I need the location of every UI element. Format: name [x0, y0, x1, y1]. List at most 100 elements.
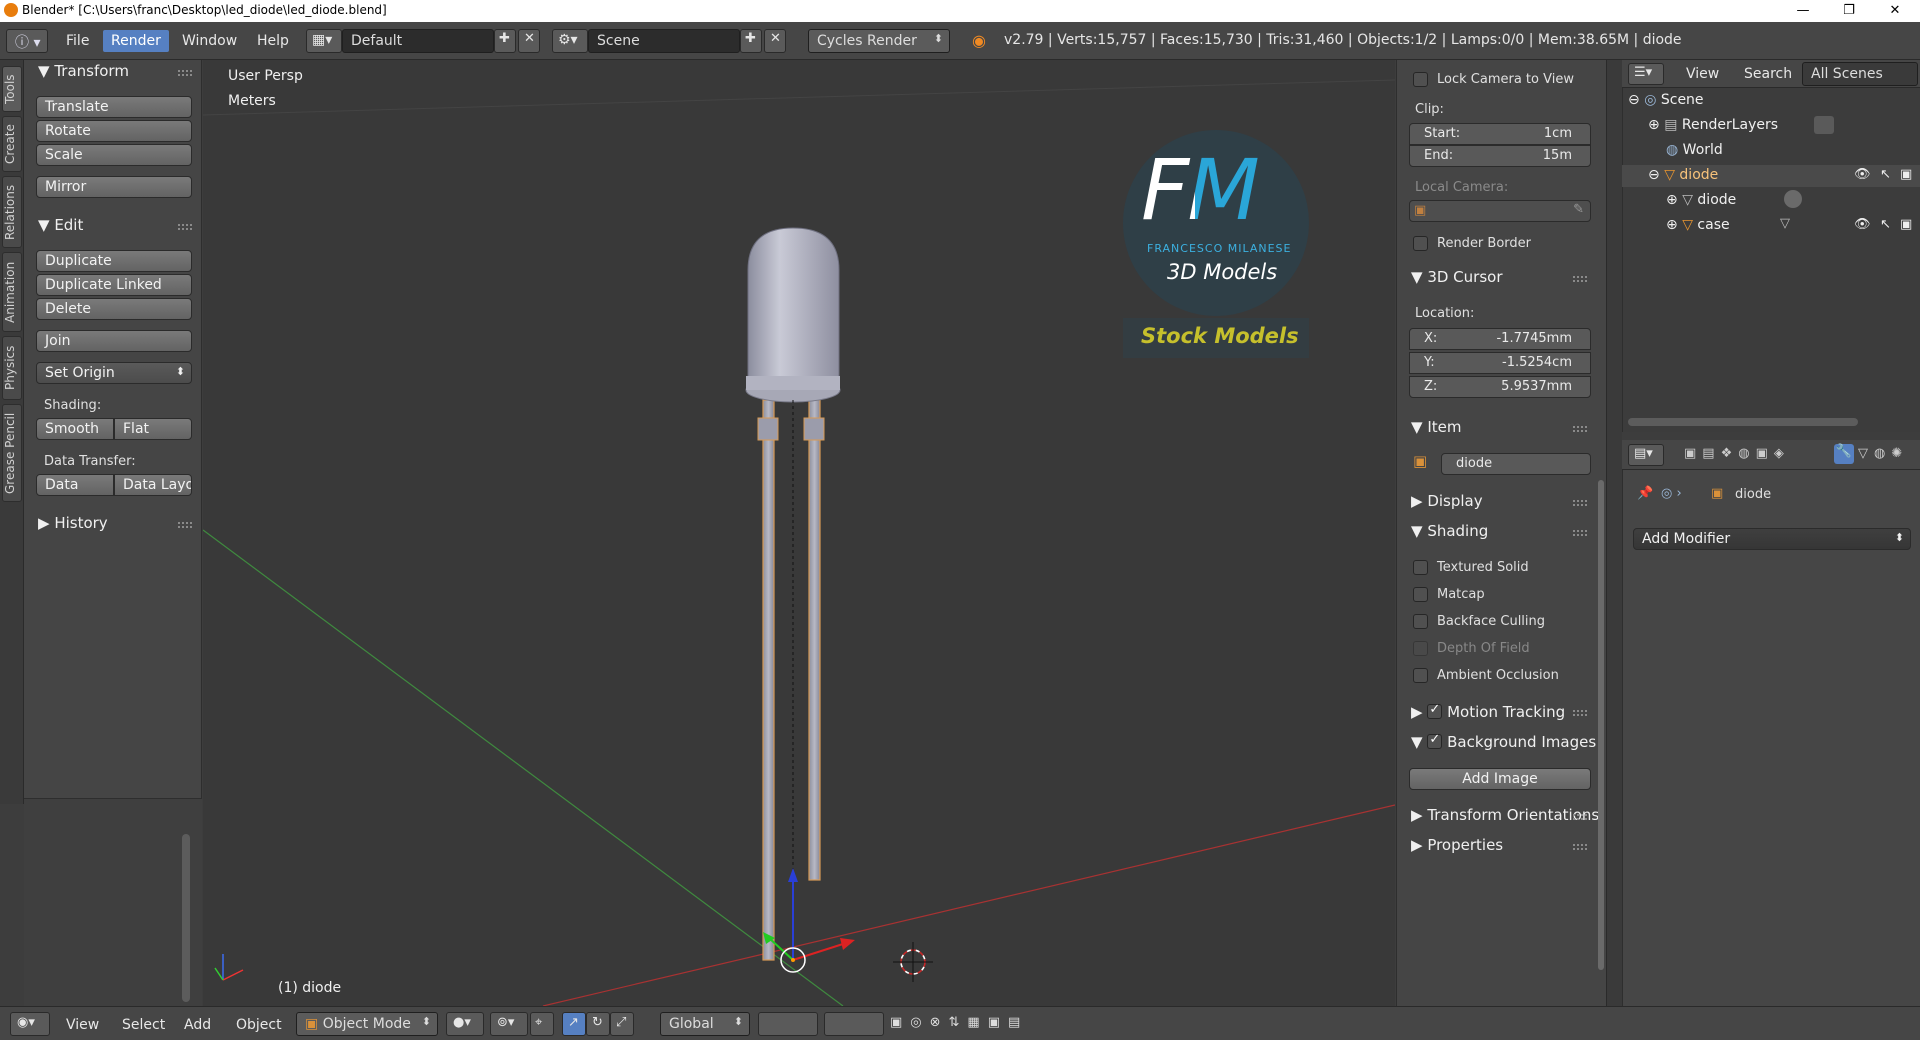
drag-handle-icon[interactable] — [1573, 276, 1587, 282]
drag-handle-icon[interactable] — [1573, 500, 1587, 506]
3d-viewport[interactable]: User Persp Meters FM FRANCESCO MILANESE … — [203, 60, 1395, 1006]
add-layout-icon[interactable]: ✚ — [494, 29, 516, 53]
cursor-y-field[interactable]: Y: -1.5254cm — [1409, 352, 1591, 374]
visibility-eye-icon[interactable]: 👁 — [1854, 217, 1871, 232]
menu-window[interactable]: Window — [182, 33, 237, 49]
close-button[interactable]: ✕ — [1872, 0, 1918, 22]
drag-handle-icon[interactable] — [1573, 844, 1587, 850]
properties-context-icons-2[interactable]: ▽◍✺ — [1858, 446, 1908, 461]
item-panel-header[interactable]: ▼ Item — [1411, 418, 1461, 436]
viewport-shading-icon[interactable]: ●▾ — [446, 1012, 484, 1036]
drag-handle-icon[interactable] — [178, 224, 192, 230]
select-arrow-icon[interactable]: ↖ — [1880, 167, 1891, 182]
clip-start-field[interactable]: Start: 1cm — [1409, 123, 1591, 145]
shading-panel-header[interactable]: ▼ Shading — [1411, 522, 1488, 540]
properties-panel-header[interactable]: ▶ Properties — [1411, 836, 1503, 854]
rotate-manipulator-icon[interactable]: ↻ — [586, 1012, 610, 1036]
transform-panel-header[interactable]: ▼ Transform — [38, 62, 129, 80]
drag-handle-icon[interactable] — [1573, 710, 1587, 716]
properties-editor-icon[interactable]: ▤▾ — [1628, 444, 1664, 466]
data-layout-button[interactable]: Data Layo — [114, 474, 192, 496]
drag-handle-icon[interactable] — [178, 522, 192, 528]
screen-layout-field[interactable]: Default — [342, 29, 494, 53]
add-modifier-select[interactable]: Add Modifier ⬍ — [1633, 528, 1911, 550]
outliner-row-world[interactable]: ◍ World — [1666, 142, 1723, 158]
menu-help[interactable]: Help — [257, 33, 289, 49]
backface-culling-checkbox[interactable] — [1413, 614, 1428, 629]
history-panel-header[interactable]: ▶ History — [38, 514, 108, 532]
drag-handle-icon[interactable] — [1573, 530, 1587, 536]
scale-button[interactable]: Scale — [36, 144, 192, 166]
motion-tracking-panel-header[interactable]: ▶ Motion Tracking — [1411, 702, 1565, 721]
data-button[interactable]: Data — [36, 474, 114, 496]
render-camera-icon[interactable]: ▣ — [1900, 167, 1912, 182]
clip-end-field[interactable]: End: 15m — [1409, 145, 1591, 167]
outliner-row-case[interactable]: ⊕ ▽ case — [1666, 217, 1730, 233]
local-camera-field[interactable]: ▣ ✎ — [1409, 200, 1591, 222]
select-arrow-icon[interactable]: ↖ — [1880, 217, 1891, 232]
object-name-field[interactable]: diode — [1441, 453, 1591, 475]
menu-object[interactable]: Object — [236, 1017, 282, 1033]
tab-physics[interactable]: Physics — [2, 336, 22, 400]
visibility-eye-icon[interactable]: 👁 — [1854, 167, 1871, 182]
outliner-row-scene[interactable]: ⊖ ◎ Scene — [1628, 92, 1704, 108]
add-scene-icon[interactable]: ✚ — [740, 29, 762, 53]
npanel-scrollbar[interactable] — [1598, 480, 1604, 970]
matcap-checkbox[interactable] — [1413, 587, 1428, 602]
mode-select[interactable]: ▣ Object Mode ⬍ — [296, 1012, 438, 1036]
cursor-x-field[interactable]: X: -1.7745mm — [1409, 328, 1591, 350]
ambient-occlusion-checkbox[interactable] — [1413, 668, 1428, 683]
translate-button[interactable]: Translate — [36, 96, 192, 118]
area-divider[interactable] — [1606, 60, 1622, 1006]
cursor-z-field[interactable]: Z: 5.9537mm — [1409, 376, 1591, 398]
menu-add[interactable]: Add — [184, 1017, 211, 1033]
tab-tools[interactable]: Tools — [2, 66, 22, 112]
transform-orientations-panel-header[interactable]: ▶ Transform Orientations — [1411, 806, 1599, 824]
layers-grid-2[interactable] — [824, 1012, 884, 1036]
flat-button[interactable]: Flat — [114, 418, 192, 440]
drag-handle-icon[interactable] — [178, 70, 192, 76]
render-engine-select[interactable]: Cycles Render ⬍ — [808, 29, 950, 53]
material-icon[interactable] — [1784, 190, 1802, 208]
translate-manipulator-icon[interactable]: ↗ — [562, 1012, 586, 1036]
minimize-button[interactable]: — — [1780, 0, 1826, 22]
scene-icon[interactable]: ⚙▾ — [552, 29, 588, 53]
outliner-filter-select[interactable]: All Scenes — [1802, 62, 1918, 86]
3d-cursor-panel-header[interactable]: ▼ 3D Cursor — [1411, 268, 1502, 286]
menu-view[interactable]: View — [66, 1017, 99, 1033]
outliner-editor-icon[interactable]: ☰▾ — [1628, 63, 1664, 85]
editor-type-info-icon[interactable]: ⓘ ▾ — [6, 29, 48, 53]
screen-layout-icon[interactable]: ▦▾ — [306, 29, 342, 53]
menu-select[interactable]: Select — [122, 1017, 165, 1033]
render-border-checkbox[interactable] — [1413, 236, 1428, 251]
edit-panel-header[interactable]: ▼ Edit — [38, 216, 83, 234]
modifier-wrench-icon[interactable]: 🔧 — [1834, 444, 1854, 464]
3d-view-editor-icon[interactable]: ◉▾ — [10, 1012, 50, 1036]
toolshelf-scrollbar[interactable] — [182, 834, 190, 1002]
tab-create[interactable]: Create — [2, 116, 22, 172]
set-origin-select[interactable]: Set Origin ⬍ — [36, 362, 192, 384]
outliner-scrollbar[interactable] — [1628, 418, 1858, 426]
textured-solid-checkbox[interactable] — [1413, 560, 1428, 575]
render-camera-icon[interactable]: ▣ — [1900, 217, 1912, 232]
pivot-point-icon[interactable]: ⊚▾ — [490, 1012, 528, 1036]
renderlayer-icon[interactable] — [1814, 116, 1834, 134]
menu-file[interactable]: File — [66, 33, 89, 49]
join-button[interactable]: Join — [36, 330, 192, 352]
scale-manipulator-icon[interactable]: ⤢ — [610, 1012, 634, 1036]
tab-grease-pencil[interactable]: Grease Pencil — [2, 404, 22, 502]
depth-of-field-checkbox[interactable] — [1413, 641, 1428, 656]
menu-render[interactable]: Render — [103, 30, 169, 52]
maximize-button[interactable]: ❐ — [1826, 0, 1872, 22]
outliner-view-menu[interactable]: View — [1686, 66, 1719, 82]
outliner-row-diode-object[interactable]: ⊖ ▽ diode — [1648, 167, 1718, 183]
background-images-panel-header[interactable]: ▼ Background Images — [1411, 732, 1596, 751]
drag-handle-icon[interactable] — [1573, 814, 1587, 820]
delete-button[interactable]: Delete — [36, 298, 192, 320]
drag-handle-icon[interactable] — [1573, 426, 1587, 432]
mirror-button[interactable]: Mirror — [36, 176, 192, 198]
layers-grid-1[interactable] — [758, 1012, 818, 1036]
outliner-row-diode-mesh[interactable]: ⊕ ▽ diode — [1666, 192, 1736, 208]
properties-context-icons[interactable]: ▣▤❖◍▣◈ — [1684, 446, 1790, 461]
manipulator-toggle-icon[interactable]: ⌖ — [530, 1012, 554, 1036]
